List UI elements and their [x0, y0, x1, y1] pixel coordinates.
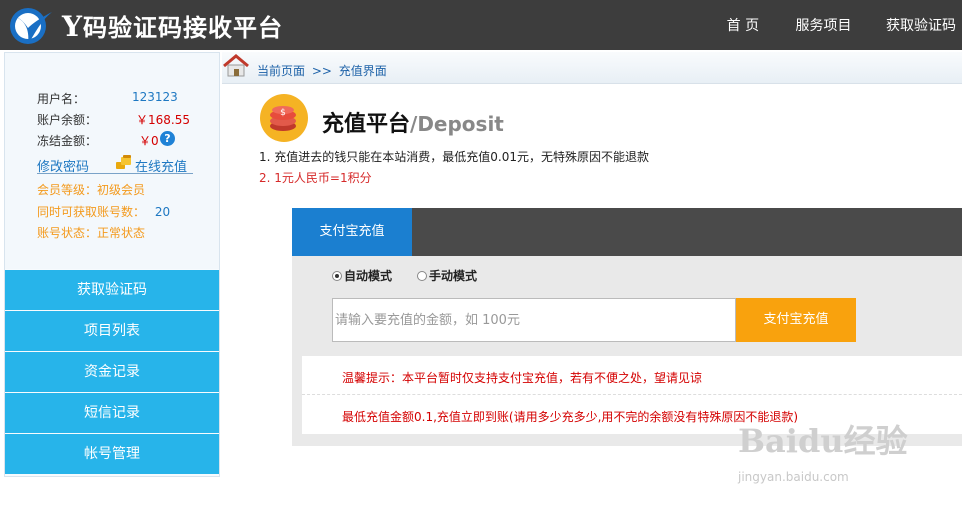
status-label: 账号状态：: [37, 226, 98, 240]
mode-auto-radio[interactable]: 自动模式: [332, 267, 392, 284]
status-value: 正常状态: [97, 226, 146, 240]
brand-title: Y码验证码接收平台: [62, 8, 283, 43]
menu-fund-records[interactable]: 资金记录: [5, 352, 219, 392]
breadcrumb: 当前页面 >> 充值界面: [222, 52, 962, 84]
home-icon[interactable]: [222, 54, 250, 78]
breadcrumb-separator: >>: [311, 64, 332, 78]
tip-line-2: 最低充值金额0.1,充值立即到账(请用多少充多少,用不完的余额没有特殊原因不能退…: [342, 410, 799, 424]
logo-icon: [10, 8, 52, 44]
deposit-note-2: 2. 1元人民币=1积分: [259, 171, 372, 185]
sidebar-menu: 获取验证码 项目列表 资金记录 短信记录 帐号管理: [5, 270, 219, 475]
frozen-label: 冻结金额：: [37, 134, 98, 148]
tip-divider: [302, 394, 962, 395]
svg-text:$: $: [280, 108, 286, 118]
mode-auto-label: 自动模式: [344, 269, 393, 283]
member-level: 会员等级：初级会员: [37, 181, 145, 198]
account-status: 账号状态：正常状态: [37, 224, 145, 241]
watermark-text: Baidu经验: [738, 422, 908, 460]
deposit-title-sub: /Deposit: [410, 112, 504, 136]
concurrent-label: 同时可获取账号数：: [37, 205, 146, 219]
mode-manual-radio[interactable]: 手动模式: [417, 267, 477, 284]
payment-tab-bar: 支付宝充值: [292, 208, 962, 256]
sidebar: 用户名： 123123 账户余额： ￥168.55 冻结金额： ￥0 ? 修改密…: [4, 52, 220, 477]
top-nav: 首 页 服务项目 获取验证码: [727, 15, 956, 35]
help-icon[interactable]: ?: [160, 131, 175, 146]
deposit-title-main: 充值平台: [322, 112, 411, 137]
radio-checked-icon: [332, 271, 342, 281]
level-value: 初级会员: [97, 183, 146, 197]
account-links: 修改密码 在线充值: [37, 155, 193, 175]
breadcrumb-trail: 当前页面 >> 充值界面: [257, 62, 387, 79]
tab-alipay[interactable]: 支付宝充值: [292, 208, 412, 256]
coins-icon: [116, 155, 131, 169]
tip-line-1: 温馨提示：本平台暂时仅支持支付宝充值，若有不便之处，望请见谅: [342, 371, 703, 385]
mode-manual-label: 手动模式: [429, 269, 478, 283]
frozen-value: ￥0: [139, 134, 159, 148]
deposit-note-1: 1. 充值进去的钱只能在本站消费，最低充值0.01元，无特殊原因不能退款: [259, 150, 649, 164]
watermark: Baidu经验 jingyan.baidu.com: [738, 416, 908, 484]
username-label: 用户名：: [37, 92, 86, 106]
change-password-link[interactable]: 修改密码: [37, 156, 89, 175]
menu-sms-records[interactable]: 短信记录: [5, 393, 219, 433]
nav-services[interactable]: 服务项目: [796, 18, 852, 34]
top-header: Y码验证码接收平台 首 页 服务项目 获取验证码: [0, 0, 962, 50]
nav-get-code[interactable]: 获取验证码: [886, 18, 956, 34]
nav-home[interactable]: 首 页: [727, 18, 759, 34]
menu-get-code[interactable]: 获取验证码: [5, 270, 219, 310]
concurrent-value: 20: [154, 205, 171, 219]
balance-label: 账户余额：: [37, 113, 98, 127]
brand-prefix: Y: [62, 10, 83, 43]
level-label: 会员等级：: [37, 183, 98, 197]
watermark-url: jingyan.baidu.com: [738, 470, 849, 484]
menu-project-list[interactable]: 项目列表: [5, 311, 219, 351]
online-recharge-link[interactable]: 在线充值: [135, 156, 187, 175]
concurrent-accounts: 同时可获取账号数： 20: [37, 203, 170, 220]
breadcrumb-page[interactable]: 充值界面: [339, 64, 387, 78]
radio-unchecked-icon: [417, 271, 427, 281]
user-info-panel: 用户名： 123123 账户余额： ￥168.55 冻结金额： ￥0 ? 修改密…: [5, 53, 219, 269]
breadcrumb-current[interactable]: 当前页面: [257, 64, 305, 78]
alipay-recharge-button[interactable]: 支付宝充值: [736, 298, 856, 342]
brand-name: 码验证码接收平台: [83, 14, 283, 42]
deposit-title: 充值平台/Deposit: [322, 106, 504, 138]
amount-input[interactable]: [332, 298, 736, 342]
deposit-coin-icon: $: [260, 94, 308, 142]
balance-value: ￥168.55: [136, 113, 190, 127]
username-value: 123123: [132, 90, 178, 104]
menu-account-management[interactable]: 帐号管理: [5, 434, 219, 474]
